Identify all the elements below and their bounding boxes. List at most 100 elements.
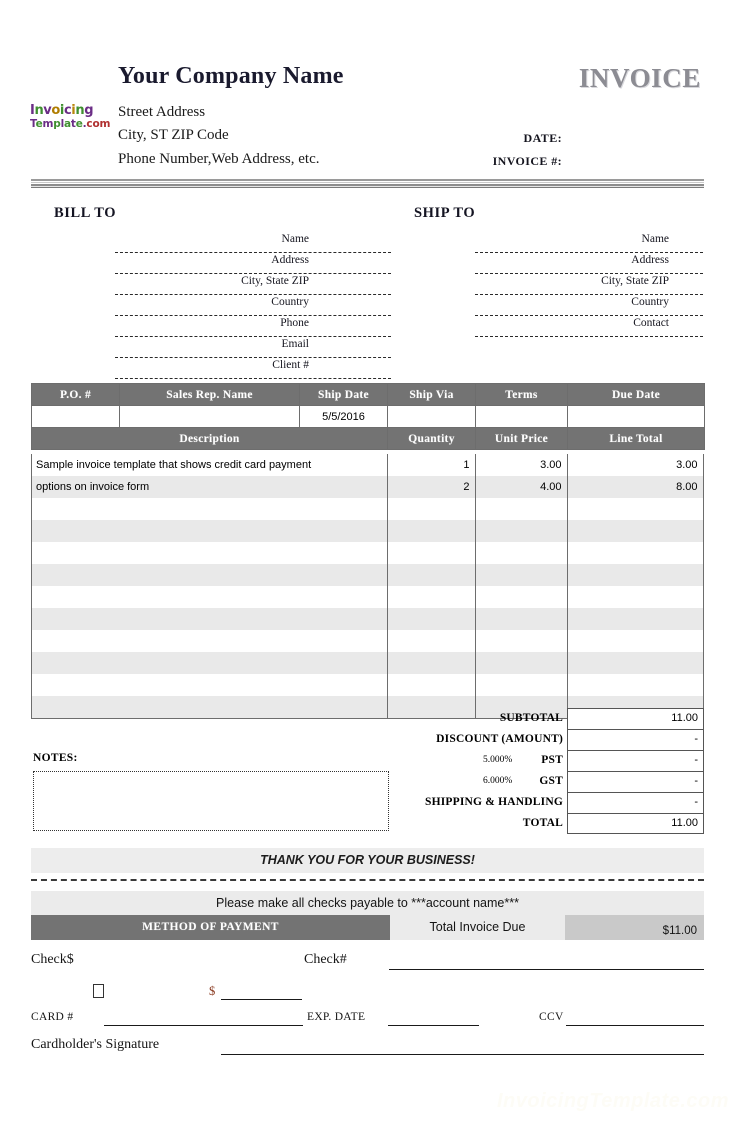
table-row[interactable]	[32, 586, 704, 608]
item-cell-quantity[interactable]	[387, 608, 476, 630]
item-cell-quantity[interactable]: 1	[387, 454, 476, 476]
item-cell-line-total[interactable]: 8.00	[567, 476, 704, 498]
order-info-value-cell[interactable]	[387, 405, 476, 429]
totals-value[interactable]: -	[567, 729, 704, 750]
item-cell-line-total[interactable]	[567, 498, 704, 520]
item-cell-description[interactable]: options on invoice form	[32, 476, 388, 498]
exp-date-input[interactable]	[388, 1025, 479, 1026]
item-cell-unit-price[interactable]	[475, 674, 568, 696]
item-cell-line-total[interactable]: 3.00	[567, 454, 704, 476]
bill-to-field-label: Phone	[280, 317, 309, 329]
table-row[interactable]: Sample invoice template that shows credi…	[32, 454, 704, 476]
item-cell-line-total[interactable]	[567, 564, 704, 586]
table-row[interactable]	[32, 542, 704, 564]
item-cell-description[interactable]	[32, 520, 388, 542]
order-info-header-cell: Terms	[475, 383, 568, 406]
item-cell-line-total[interactable]	[567, 630, 704, 652]
item-cell-description[interactable]	[32, 652, 388, 674]
bill-to-field-row: Name	[31, 232, 391, 253]
card-payment-checkbox[interactable]	[93, 984, 104, 998]
item-cell-description[interactable]	[32, 586, 388, 608]
item-cell-quantity[interactable]	[387, 630, 476, 652]
items-body: Sample invoice template that shows credi…	[31, 454, 704, 719]
item-cell-line-total[interactable]	[567, 586, 704, 608]
table-row[interactable]	[32, 520, 704, 542]
item-cell-quantity[interactable]	[387, 498, 476, 520]
item-cell-unit-price[interactable]	[475, 652, 568, 674]
item-cell-line-total[interactable]	[567, 674, 704, 696]
order-info-value-cell[interactable]: 5/5/2016	[299, 405, 388, 429]
item-cell-description[interactable]	[32, 696, 388, 718]
item-cell-quantity[interactable]	[387, 586, 476, 608]
totals-label: PST 5.000%	[395, 750, 567, 771]
item-cell-unit-price[interactable]	[475, 498, 568, 520]
bill-to-field-label: Address	[271, 254, 309, 266]
item-cell-unit-price[interactable]	[475, 586, 568, 608]
item-cell-unit-price[interactable]: 4.00	[475, 476, 568, 498]
signature-input[interactable]	[221, 1054, 704, 1055]
check-amount-label: Check$	[31, 952, 74, 967]
check-number-label: Check#	[304, 952, 347, 967]
order-info-value-cell[interactable]	[475, 405, 568, 429]
item-cell-unit-price[interactable]	[475, 542, 568, 564]
item-cell-unit-price[interactable]	[475, 564, 568, 586]
ship-to-field-input[interactable]	[475, 336, 703, 337]
item-cell-description[interactable]	[32, 630, 388, 652]
item-cell-quantity[interactable]	[387, 542, 476, 564]
order-info-value-cell[interactable]	[119, 405, 300, 429]
item-cell-line-total[interactable]	[567, 520, 704, 542]
item-cell-line-total[interactable]	[567, 542, 704, 564]
item-cell-line-total[interactable]	[567, 652, 704, 674]
table-row[interactable]	[32, 498, 704, 520]
totals-row: SUBTOTAL 11.00	[395, 708, 704, 729]
item-cell-quantity[interactable]: 2	[387, 476, 476, 498]
bill-to-field-input[interactable]	[115, 378, 391, 379]
totals-value[interactable]: 11.00	[567, 813, 704, 834]
table-row[interactable]	[32, 630, 704, 652]
invoice-header: Your Company Name Invoicing Template.com…	[0, 0, 735, 178]
item-cell-description[interactable]	[32, 498, 388, 520]
totals-section: SUBTOTAL 11.00 DISCOUNT (AMOUNT) - PST 5.000%…	[395, 708, 704, 834]
table-row[interactable]	[32, 674, 704, 696]
item-cell-quantity[interactable]	[387, 520, 476, 542]
item-cell-description[interactable]	[32, 608, 388, 630]
table-row[interactable]	[32, 608, 704, 630]
item-cell-description[interactable]	[32, 542, 388, 564]
item-cell-description[interactable]	[32, 564, 388, 586]
totals-value[interactable]: 11.00	[567, 708, 704, 729]
items-header-table: Description Quantity Unit Price Line Total	[31, 427, 705, 450]
item-cell-description[interactable]	[32, 674, 388, 696]
item-cell-unit-price[interactable]	[475, 630, 568, 652]
card-amount-input[interactable]	[221, 999, 302, 1000]
item-cell-quantity[interactable]	[387, 674, 476, 696]
card-number-input[interactable]	[104, 1025, 303, 1026]
order-info-value-cell[interactable]	[31, 405, 120, 429]
item-cell-unit-price[interactable]	[475, 520, 568, 542]
totals-rate[interactable]: 5.000%	[483, 750, 512, 771]
notes-input[interactable]	[33, 771, 389, 831]
total-invoice-due-value: $11.00	[565, 915, 704, 940]
totals-row: GST 6.000% -	[395, 771, 704, 792]
item-cell-quantity[interactable]	[387, 652, 476, 674]
item-cell-line-total[interactable]	[567, 608, 704, 630]
totals-rate[interactable]: 6.000%	[483, 771, 512, 792]
ship-to-field-label: Name	[641, 233, 669, 245]
item-cell-unit-price[interactable]: 3.00	[475, 454, 568, 476]
table-row[interactable]	[32, 564, 704, 586]
table-row[interactable]: options on invoice form 2 4.00 8.00	[32, 476, 704, 498]
invoice-number-label: INVOICE #:	[492, 154, 562, 168]
order-info-value-cell[interactable]	[567, 405, 705, 429]
totals-value[interactable]: -	[567, 792, 704, 813]
ship-to-field-label: Address	[631, 254, 669, 266]
item-cell-unit-price[interactable]	[475, 608, 568, 630]
item-cell-quantity[interactable]	[387, 564, 476, 586]
totals-value[interactable]: -	[567, 750, 704, 771]
table-row[interactable]	[32, 652, 704, 674]
item-cell-description[interactable]: Sample invoice template that shows credi…	[32, 454, 388, 476]
total-invoice-due-label: Total Invoice Due	[390, 915, 565, 940]
check-number-input[interactable]	[389, 969, 704, 970]
card-number-label: CARD #	[31, 1011, 74, 1023]
ccv-input[interactable]	[566, 1025, 704, 1026]
order-info-header-cell: Ship Via	[387, 383, 476, 406]
totals-value[interactable]: -	[567, 771, 704, 792]
